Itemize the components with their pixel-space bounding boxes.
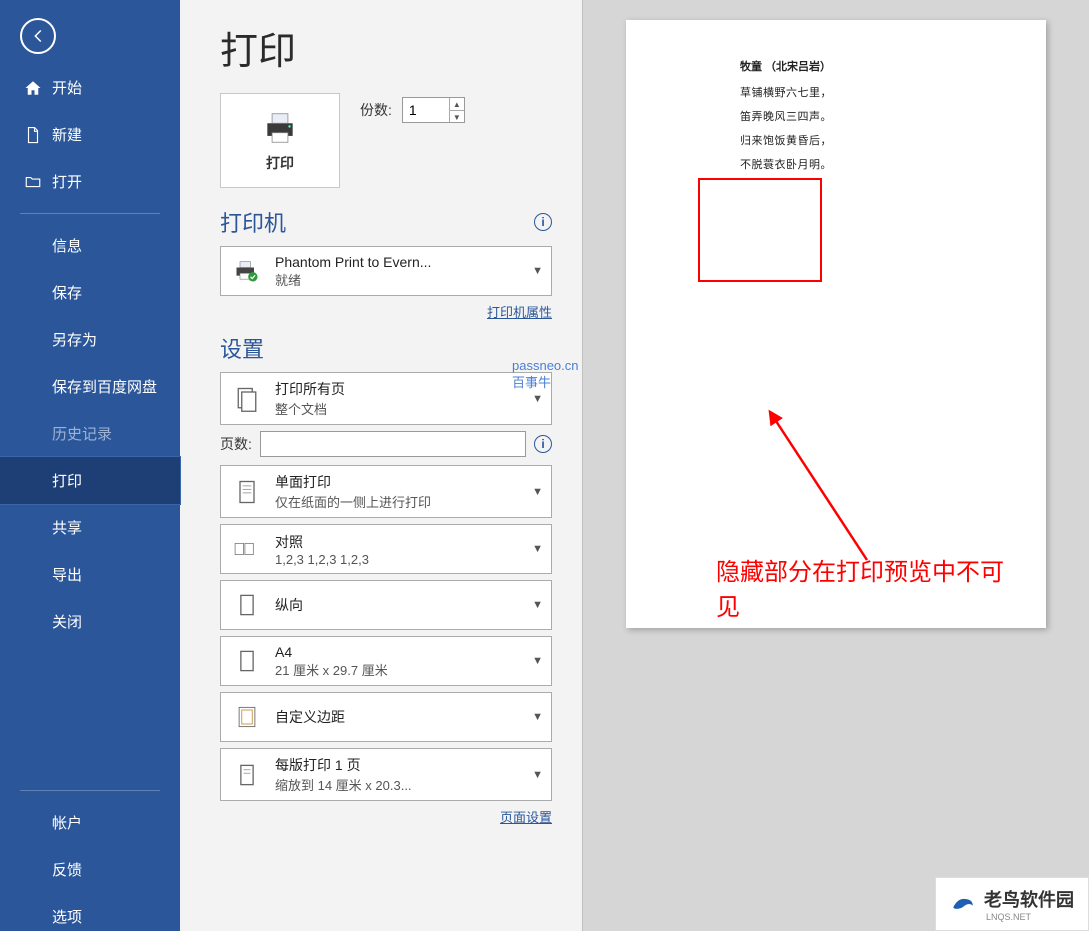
margins-icon	[233, 703, 261, 731]
pages-label: 页数:	[220, 434, 252, 454]
annotation-box	[698, 178, 822, 282]
pages-input[interactable]	[260, 431, 526, 457]
preview-line: 归来饱饭黄昏后，	[740, 132, 1002, 148]
chevron-down-icon: ▼	[532, 599, 543, 611]
file-icon	[24, 126, 42, 144]
print-button-label: 打印	[266, 153, 294, 173]
printer-heading: 打印机	[220, 206, 286, 238]
copies-up[interactable]: ▲	[450, 98, 464, 111]
portrait-icon	[233, 591, 261, 619]
chevron-down-icon: ▼	[532, 711, 543, 723]
paper-dropdown[interactable]: A4 21 厘米 x 29.7 厘米 ▼	[220, 636, 552, 686]
preview-title: 牧童 （北宋吕岩）	[740, 58, 1002, 74]
sidebar-item-info[interactable]: 信息	[0, 222, 180, 269]
annotation-text: 隐藏部分在打印预览中不可见	[716, 556, 1016, 626]
copies-label: 份数:	[360, 100, 392, 120]
pages-info-icon[interactable]: i	[534, 435, 552, 453]
sidebar-label: 打开	[52, 171, 82, 192]
margins-dropdown[interactable]: 自定义边距 ▼	[220, 692, 552, 742]
page-setup-link[interactable]: 页面设置	[500, 810, 552, 825]
back-arrow-icon	[29, 27, 47, 45]
sidebar-item-open[interactable]: 打开	[0, 158, 180, 205]
print-button[interactable]: 打印	[220, 93, 340, 188]
sheet-icon	[233, 761, 261, 789]
sidebar-item-share[interactable]: 共享	[0, 504, 180, 551]
single-side-icon	[233, 478, 261, 506]
copies-input[interactable]	[403, 98, 449, 122]
back-button[interactable]	[20, 18, 56, 54]
printer-status-icon	[233, 257, 261, 285]
sheets-dropdown[interactable]: 每版打印 1 页 缩放到 14 厘米 x 20.3... ▼	[220, 748, 552, 801]
preview-line: 笛弄晚风三四声。	[740, 108, 1002, 124]
chevron-down-icon: ▼	[532, 543, 543, 555]
printer-info-icon[interactable]: i	[534, 213, 552, 231]
printer-dropdown[interactable]: Phantom Print to Evern... 就绪 ▼	[220, 246, 552, 296]
sidebar-item-print[interactable]: 打印	[0, 457, 180, 504]
sidebar-item-feedback[interactable]: 反馈	[0, 846, 180, 893]
home-icon	[24, 79, 42, 97]
chevron-down-icon: ▼	[532, 265, 543, 277]
print-range-dropdown[interactable]: 打印所有页 整个文档 ▼	[220, 372, 552, 425]
folder-icon	[24, 173, 42, 191]
sidebar-item-options[interactable]: 选项	[0, 893, 180, 931]
duplex-dropdown[interactable]: 单面打印 仅在纸面的一侧上进行打印 ▼	[220, 465, 552, 518]
pages-icon	[233, 385, 261, 413]
logo-badge: 老鸟软件园 LNQS.NET	[935, 877, 1089, 931]
sidebar: 开始 新建 打开 信息 保存 另存为 保存到百度网盘 历史记录 打印 共享 导出…	[0, 0, 180, 931]
collate-icon	[233, 535, 261, 563]
chevron-down-icon: ▼	[532, 486, 543, 498]
sidebar-item-saveas[interactable]: 另存为	[0, 316, 180, 363]
paper-icon	[233, 647, 261, 675]
printer-status: 就绪	[275, 270, 518, 289]
sidebar-divider	[20, 213, 160, 214]
sidebar-item-account[interactable]: 帐户	[0, 799, 180, 846]
sidebar-divider	[20, 790, 160, 791]
copies-spinner[interactable]: ▲ ▼	[402, 97, 465, 123]
preview-line: 不脱蓑衣卧月明。	[740, 156, 1002, 172]
sidebar-label: 新建	[52, 124, 82, 145]
printer-properties-link[interactable]: 打印机属性	[487, 305, 552, 320]
sidebar-item-new[interactable]: 新建	[0, 111, 180, 158]
print-settings-panel: 打印 打印 份数: ▲	[180, 0, 582, 931]
settings-heading: 设置	[220, 332, 264, 364]
sidebar-item-history[interactable]: 历史记录	[0, 410, 180, 457]
sidebar-item-export[interactable]: 导出	[0, 551, 180, 598]
chevron-down-icon: ▼	[532, 393, 543, 405]
preview-line: 草铺横野六七里，	[740, 84, 1002, 100]
printer-name: Phantom Print to Evern...	[275, 254, 518, 270]
sidebar-label: 开始	[52, 77, 82, 98]
sidebar-item-save[interactable]: 保存	[0, 269, 180, 316]
sidebar-item-close[interactable]: 关闭	[0, 598, 180, 645]
sidebar-item-save-baidu[interactable]: 保存到百度网盘	[0, 363, 180, 410]
copies-down[interactable]: ▼	[450, 111, 464, 124]
collate-dropdown[interactable]: 对照 1,2,3 1,2,3 1,2,3 ▼	[220, 524, 552, 574]
sidebar-item-home[interactable]: 开始	[0, 64, 180, 111]
chevron-down-icon: ▼	[532, 769, 543, 781]
print-preview-panel: 牧童 （北宋吕岩） 草铺横野六七里， 笛弄晚风三四声。 归来饱饭黄昏后， 不脱蓑…	[582, 0, 1089, 931]
chevron-down-icon: ▼	[532, 655, 543, 667]
printer-icon	[258, 109, 302, 147]
preview-page: 牧童 （北宋吕岩） 草铺横野六七里， 笛弄晚风三四声。 归来饱饭黄昏后， 不脱蓑…	[626, 20, 1046, 628]
page-title: 打印	[220, 20, 552, 75]
bird-icon	[950, 891, 976, 917]
orientation-dropdown[interactable]: 纵向 ▼	[220, 580, 552, 630]
